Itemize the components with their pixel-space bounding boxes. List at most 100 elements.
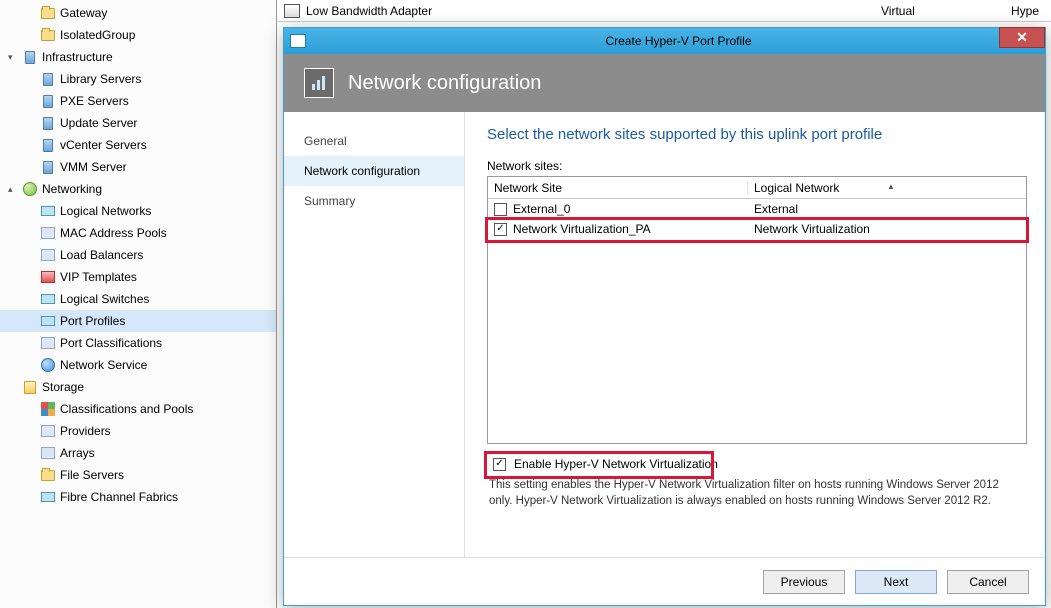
table-row[interactable]: External_0 External [488, 199, 1026, 219]
tree-item-label: VMM Server [60, 160, 127, 174]
navigation-tree: Gateway IsolatedGroup ▾InfrastructureLibra… [0, 0, 276, 510]
generic-icon [40, 423, 56, 439]
tree-item-label: Networking [42, 182, 102, 196]
network-sites-table: Network Site Logical Network ▲ External_… [487, 176, 1027, 444]
content-title: Select the network sites supported by th… [487, 126, 1027, 143]
wizard-nav-item[interactable]: General [284, 126, 464, 156]
tree-item[interactable]: VMM Server [0, 156, 276, 178]
tree-item-label: Update Server [60, 116, 137, 130]
wizard-app-icon [290, 34, 306, 48]
tree-item[interactable]: Providers [0, 420, 276, 442]
tree-item-label: Port Profiles [60, 314, 125, 328]
tree-item[interactable]: Gateway [0, 2, 276, 24]
tree-item-label: Logical Networks [60, 204, 151, 218]
switch-icon [40, 489, 56, 505]
server-icon [40, 71, 56, 87]
tree-item-label: Providers [60, 424, 111, 438]
cell-network: Network Virtualization [748, 222, 1026, 236]
wizard-nav-item[interactable]: Summary [284, 186, 464, 216]
expander-icon[interactable]: ▾ [8, 52, 20, 63]
tree-item-label: Arrays [60, 446, 95, 460]
close-button[interactable]: ✕ [999, 27, 1045, 48]
column-logical-network[interactable]: Logical Network ▲ [748, 181, 1026, 195]
color-icon [40, 401, 56, 417]
column-network-site[interactable]: Network Site [488, 181, 748, 195]
wizard-nav: GeneralNetwork configurationSummary [284, 112, 465, 557]
cell-site: External_0 [513, 202, 570, 216]
tree-item-label: IsolatedGroup [60, 28, 135, 42]
store-icon [22, 379, 38, 395]
switch-icon [40, 203, 56, 219]
server-icon [40, 115, 56, 131]
wizard-titlebar[interactable]: Create Hyper-V Port Profile ✕ [284, 28, 1045, 54]
enable-hnv-description: This setting enables the Hyper-V Network… [487, 478, 1027, 509]
generic-icon [40, 445, 56, 461]
tree-item[interactable]: IsolatedGroup [0, 24, 276, 46]
tree-item[interactable]: Storage [0, 376, 276, 398]
tree-item[interactable]: Load Balancers [0, 244, 276, 266]
wizard-header-text: Network configuration [348, 72, 541, 95]
sidebar: Gateway IsolatedGroup ▾InfrastructureLibra… [0, 0, 277, 608]
tree-item[interactable]: Classifications and Pools [0, 398, 276, 420]
previous-button[interactable]: Previous [763, 570, 845, 594]
tree-item[interactable]: ▾Infrastructure [0, 46, 276, 68]
tree-item[interactable]: Network Service [0, 354, 276, 376]
enable-hnv-checkbox[interactable] [493, 458, 506, 471]
tree-item-label: Logical Switches [60, 292, 149, 306]
enable-hnv-label: Enable Hyper-V Network Virtualization [514, 457, 718, 471]
server-icon [40, 93, 56, 109]
cell-network: External [748, 202, 1026, 216]
tree-item-label: Port Classifications [60, 336, 162, 350]
folder-icon [40, 27, 56, 43]
wizard-footer: Previous Next Cancel [284, 557, 1045, 605]
table-row[interactable]: Network Virtualization_PANetwork Virtual… [488, 219, 1026, 239]
tree-item[interactable]: File Servers [0, 464, 276, 486]
wizard-header-icon [304, 68, 334, 98]
tree-item-label: Fibre Channel Fabrics [60, 490, 178, 504]
wizard-title: Create Hyper-V Port Profile [312, 34, 1045, 48]
tree-item-label: Gateway [60, 6, 107, 20]
tree-item[interactable]: Fibre Channel Fabrics [0, 486, 276, 508]
row-checkbox[interactable] [494, 223, 507, 236]
tree-item-label: Storage [42, 380, 84, 394]
tree-item[interactable]: Library Servers [0, 68, 276, 90]
tree-item[interactable]: MAC Address Pools [0, 222, 276, 244]
red-icon [40, 269, 56, 285]
background-grid-row[interactable]: Low Bandwidth Adapter Virtual Hype [278, 0, 1051, 22]
generic-icon [40, 335, 56, 351]
net-icon [22, 181, 38, 197]
tree-item-label: vCenter Servers [60, 138, 147, 152]
adapter-type: Virtual [881, 4, 1011, 18]
switch-icon [40, 313, 56, 329]
generic-icon [40, 225, 56, 241]
next-button[interactable]: Next [855, 570, 937, 594]
tree-item[interactable]: Logical Networks [0, 200, 276, 222]
wizard-nav-item[interactable]: Network configuration [284, 156, 464, 186]
table-header[interactable]: Network Site Logical Network ▲ [488, 177, 1026, 199]
tree-item-label: File Servers [60, 468, 124, 482]
tree-item[interactable]: vCenter Servers [0, 134, 276, 156]
tree-item-label: Network Service [60, 358, 147, 372]
wizard-header: Network configuration [284, 54, 1045, 112]
table-label: Network sites: [487, 159, 1027, 173]
tree-item[interactable]: Logical Switches [0, 288, 276, 310]
generic-icon [40, 247, 56, 263]
tree-item[interactable]: PXE Servers [0, 90, 276, 112]
folder-icon [40, 5, 56, 21]
server-icon [22, 49, 38, 65]
expander-icon[interactable]: ▴ [8, 184, 20, 195]
row-checkbox[interactable] [494, 203, 507, 216]
cancel-button[interactable]: Cancel [947, 570, 1029, 594]
tree-item[interactable]: Arrays [0, 442, 276, 464]
tree-item[interactable]: VIP Templates [0, 266, 276, 288]
enable-hnv-row[interactable]: Enable Hyper-V Network Virtualization [487, 454, 1027, 474]
tree-item[interactable]: Port Classifications [0, 332, 276, 354]
folder-icon [40, 467, 56, 483]
adapter-name: Low Bandwidth Adapter [306, 4, 881, 18]
tree-item[interactable]: ▴ Networking [0, 178, 276, 200]
tree-item[interactable]: Update Server [0, 112, 276, 134]
tree-item-label: MAC Address Pools [60, 226, 167, 240]
tree-item[interactable]: Port Profiles [0, 310, 276, 332]
tree-item-label: PXE Servers [60, 94, 129, 108]
wizard-content: Select the network sites supported by th… [465, 112, 1045, 557]
